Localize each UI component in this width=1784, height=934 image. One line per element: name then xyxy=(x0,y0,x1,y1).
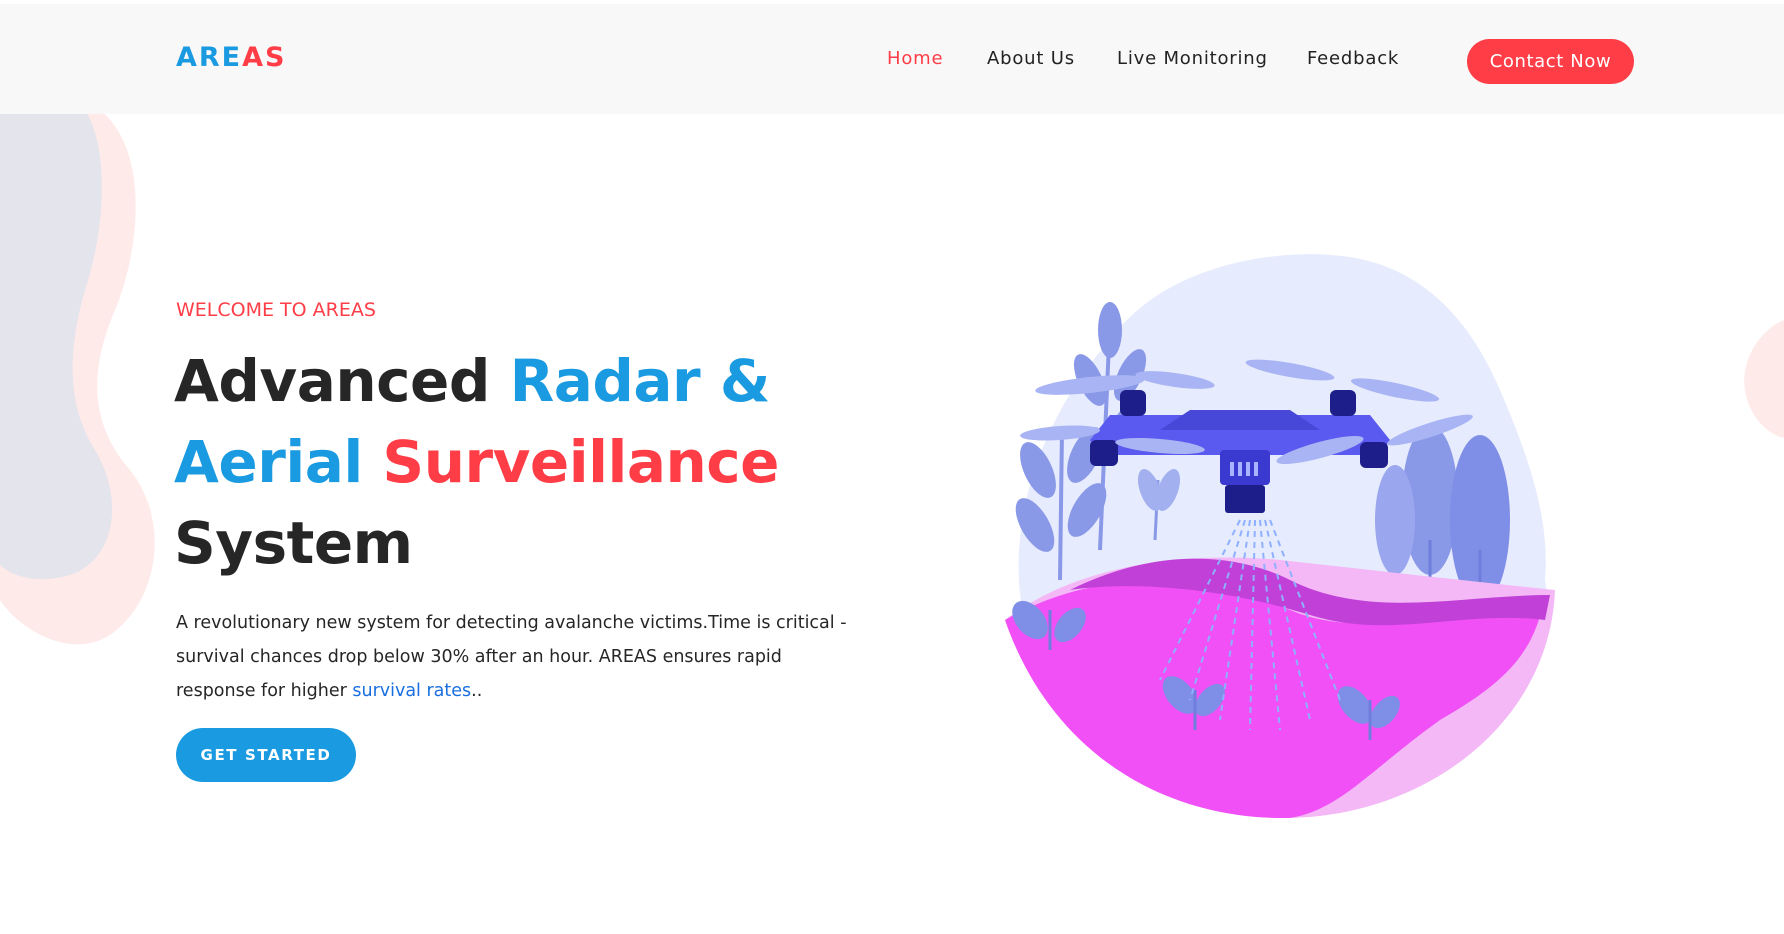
site-header: AREAS Home About Us Live Monitoring Feed… xyxy=(0,4,1784,114)
hero-eyebrow: WELCOME TO AREAS xyxy=(176,299,376,321)
brand-logo-part1: ARE xyxy=(176,42,243,73)
brand-logo[interactable]: AREAS xyxy=(176,42,286,73)
right-blob-decoration xyxy=(1744,320,1784,438)
nav-live-monitoring-link[interactable]: Live Monitoring xyxy=(1117,48,1268,69)
hero-headline: Advanced Radar & Aerial Surveillance Sys… xyxy=(174,341,874,584)
drone-illustration-icon xyxy=(1005,254,1555,819)
hero-description: A revolutionary new system for detecting… xyxy=(176,606,856,708)
nav-home-link[interactable]: Home xyxy=(887,48,943,69)
headline-word-radar: Radar & xyxy=(509,347,771,415)
nav-feedback-link[interactable]: Feedback xyxy=(1307,48,1399,69)
get-started-button[interactable]: GET STARTED xyxy=(176,728,356,782)
contact-now-button[interactable]: Contact Now xyxy=(1467,39,1634,84)
brand-logo-part2: AS xyxy=(242,42,287,73)
headline-word-surveillance: Surveillance xyxy=(382,428,780,496)
headline-word-system: System xyxy=(174,509,413,577)
nav-about-link[interactable]: About Us xyxy=(987,48,1075,69)
survival-rates-link[interactable]: survival rates xyxy=(352,681,471,701)
headline-word-advanced: Advanced xyxy=(174,347,510,415)
hero-description-text: A revolutionary new system for detecting… xyxy=(176,613,847,701)
headline-word-aerial: Aerial xyxy=(174,428,383,496)
hero-description-suffix: .. xyxy=(471,681,483,701)
